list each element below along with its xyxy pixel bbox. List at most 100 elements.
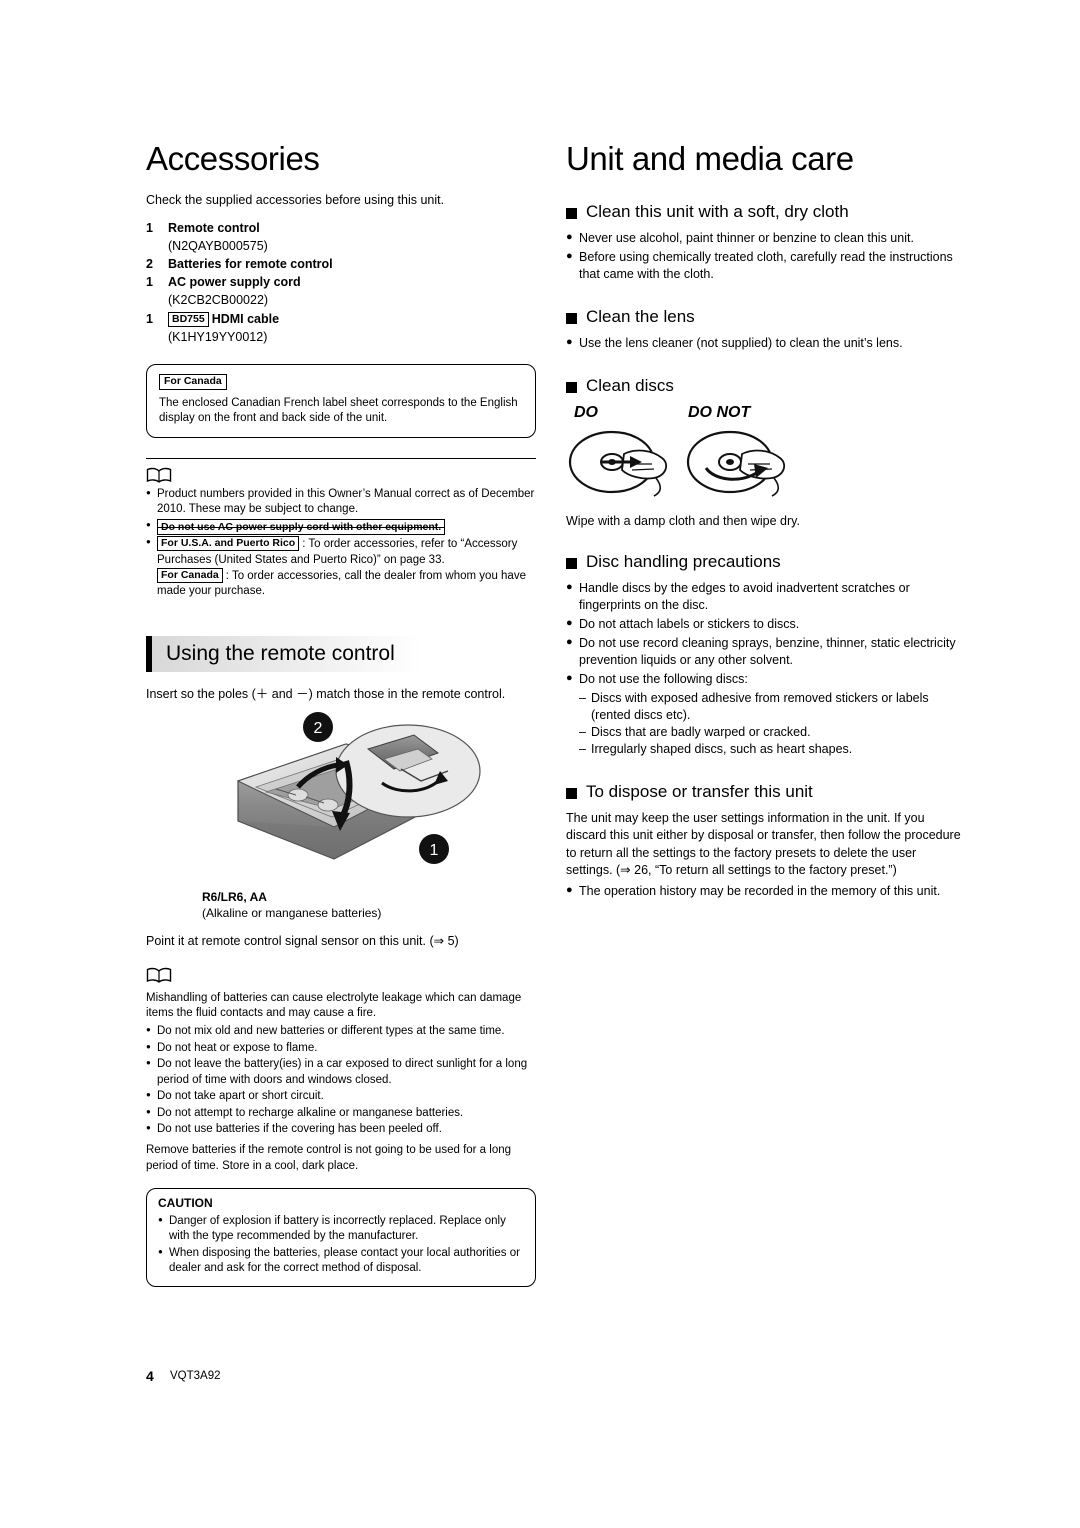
bullet-dot-icon: ● (146, 1106, 151, 1116)
order-accessories-note: For U.S.A. and Puerto Rico: To order acc… (157, 536, 536, 600)
bullet-text: Do not use the following discs: (579, 672, 748, 686)
do-label: DO (574, 404, 598, 421)
bullet-dot-icon: ● (146, 519, 151, 529)
bullet-dot-icon: ● (566, 250, 573, 262)
model-badge-bd755: BD755 (168, 311, 209, 327)
struck-note: Do not use AC power supply cord with oth… (157, 518, 446, 535)
disc-cleaning-diagram: DO DO NOT (566, 404, 966, 512)
note-text: Product numbers provided in this Owner’s… (157, 487, 535, 516)
caution-box: CAUTION ● Danger of explosion if battery … (146, 1188, 536, 1288)
caution-list: ● Danger of explosion if battery is incor… (158, 1214, 524, 1277)
dash-icon: – (579, 742, 586, 756)
accessories-list: 1 Remote control (N2QAYB000575) 2 Batter… (146, 219, 536, 346)
bullet-dot-icon: ● (158, 1246, 163, 1256)
bullet-dot-icon: ● (146, 1058, 151, 1068)
dash-icon: – (579, 691, 586, 705)
bullet-dot-icon: ● (566, 672, 573, 684)
document-code: VQT3A92 (170, 1370, 221, 1382)
list-item: ● Before using chemically treated cloth, … (566, 249, 966, 283)
remote-control-figure: 1 2 (146, 709, 536, 889)
bullet-dot-icon: ● (146, 1122, 151, 1132)
page-number: 4 (146, 1368, 154, 1384)
svg-text:1: 1 (430, 842, 439, 859)
accessory-quantity: 1 (146, 220, 153, 235)
note-text: Do not mix old and new batteries or diff… (157, 1025, 505, 1038)
bullet-text: The operation history may be recorded in… (579, 884, 941, 898)
dispose-bullets: ● The operation history may be recorded i… (566, 883, 966, 900)
bullet-dot-icon: ● (158, 1214, 163, 1224)
section-heading-dispose-transfer: To dispose or transfer this unit (566, 782, 966, 802)
remote-insert-instruction: Insert so the poles (＋ and －) match thos… (146, 686, 506, 701)
disc-cleaning-caption: Wipe with a damp cloth and then wipe dry… (566, 514, 800, 528)
list-item: ● Do not use record cleaning sprays, benz… (566, 635, 966, 669)
note-text: Do not attempt to recharge alkaline or m… (157, 1106, 464, 1119)
bullet-dot-icon: ● (566, 231, 573, 243)
point-remote-note: Point it at remote control signal sensor… (146, 934, 459, 949)
page-title-accessories: Accessories (146, 140, 320, 177)
bullet-text: Before using chemically treated cloth, c… (579, 250, 953, 281)
square-bullet-icon (566, 382, 577, 393)
square-bullet-icon (566, 788, 577, 799)
list-item: ● For U.S.A. and Puerto Rico: To order a… (146, 536, 536, 600)
right-column: Unit and media care Clean this unit with… (566, 140, 966, 902)
note-text: Do not use batteries if the covering has… (157, 1122, 442, 1135)
accessory-quantity: 1 (146, 311, 153, 326)
list-item: ● Handle discs by the edges to avoid inad… (566, 580, 966, 614)
list-item: ● Use the lens cleaner (not supplied) to … (566, 335, 966, 352)
for-canada-box: For Canada The enclosed Canadian French … (146, 363, 536, 438)
list-item: ● Do not attach labels or stickers to dis… (566, 616, 966, 633)
caution-text: When disposing the batteries, please con… (169, 1246, 520, 1274)
accessories-notes: ● Product numbers provided in this Owner… (146, 487, 536, 600)
battery-spec: R6/LR6, AA (Alkaline or manganese batter… (202, 889, 536, 921)
battery-type: R6/LR6, AA (202, 890, 267, 905)
section-heading-clean-discs: Clean discs (566, 376, 966, 396)
list-item: ● Danger of explosion if battery is incor… (158, 1214, 524, 1245)
region-badge-usa: For U.S.A. and Puerto Rico (157, 536, 300, 552)
bullet-dot-icon: ● (146, 1025, 151, 1035)
square-bullet-icon (566, 313, 577, 324)
list-item: ● When disposing the batteries, please co… (158, 1246, 524, 1277)
accessory-label: Batteries for remote control (168, 257, 333, 272)
left-column: Accessories Check the supplied accessori… (146, 140, 536, 1288)
bullet-text: Use the lens cleaner (not supplied) to c… (579, 336, 903, 350)
bullet-text: Do not use record cleaning sprays, benzi… (579, 636, 956, 667)
bullet-text: Do not attach labels or stickers to disc… (579, 617, 800, 631)
list-item: ● Do not take apart or short circuit. (146, 1089, 536, 1104)
accessory-quantity: 2 (146, 257, 153, 272)
svg-text:2: 2 (314, 720, 323, 737)
list-item: ● Do not mix old and new batteries or dif… (146, 1024, 536, 1039)
bullet-dot-icon: ● (146, 537, 151, 547)
bullet-text: Never use alcohol, paint thinner or benz… (579, 231, 914, 245)
accessory-part-number: (N2QAYB000575) (168, 239, 268, 253)
accessory-part-number: (K2CB2CB00022) (168, 293, 269, 308)
note-book-icon (146, 967, 172, 983)
note-text-strikethrough: Do not use AC power supply cord with oth… (157, 518, 536, 535)
bullet-dot-icon: ● (566, 636, 573, 648)
section-heading-using-remote: Using the remote control (146, 635, 536, 672)
region-badge-canada: For Canada (157, 567, 223, 584)
note-text: Do not heat or expose to flame. (157, 1041, 318, 1054)
section-heading-disc-handling: Disc handling precautions (566, 552, 966, 572)
for-canada-label: For Canada (159, 373, 227, 390)
list-item: ● Product numbers provided in this Owner… (146, 487, 536, 518)
list-item: – Irregularly shaped discs, such as heart… (579, 741, 966, 758)
list-item: ● Do not leave the battery(ies) in a car … (146, 1057, 536, 1088)
page-title-unit-media-care: Unit and media care (566, 140, 854, 177)
list-item: ● Do not use AC power supply cord with o… (146, 518, 536, 535)
sub-bullet-text: Irregularly shaped discs, such as heart … (591, 742, 853, 756)
disc-handling-bullets: ● Handle discs by the edges to avoid inad… (566, 580, 966, 758)
list-item: ● Do not use batteries if the covering ha… (146, 1122, 536, 1137)
list-item: 1 AC power supply cord (K2CB2CB00022) (146, 273, 536, 309)
bullet-dot-icon: ● (566, 884, 573, 896)
list-item: 1 BD755 HDMI cable (K1HY19YY0012) (146, 310, 536, 346)
square-bullet-icon (566, 558, 577, 569)
battery-description: (Alkaline or manganese batteries) (202, 906, 382, 921)
bullet-dot-icon: ● (566, 617, 573, 629)
list-item: ● Do not heat or expose to flame. (146, 1041, 536, 1056)
list-item: ● Do not use the following discs: (566, 671, 966, 688)
sub-bullet-text: Discs with exposed adhesive from removed… (591, 691, 929, 722)
list-item: 2 Batteries for remote control (146, 255, 536, 273)
bullet-dot-icon: ● (566, 336, 573, 348)
list-item: – Discs that are badly warped or cracked. (579, 724, 966, 741)
accessory-part-number: (K1HY19YY0012) (168, 329, 268, 344)
